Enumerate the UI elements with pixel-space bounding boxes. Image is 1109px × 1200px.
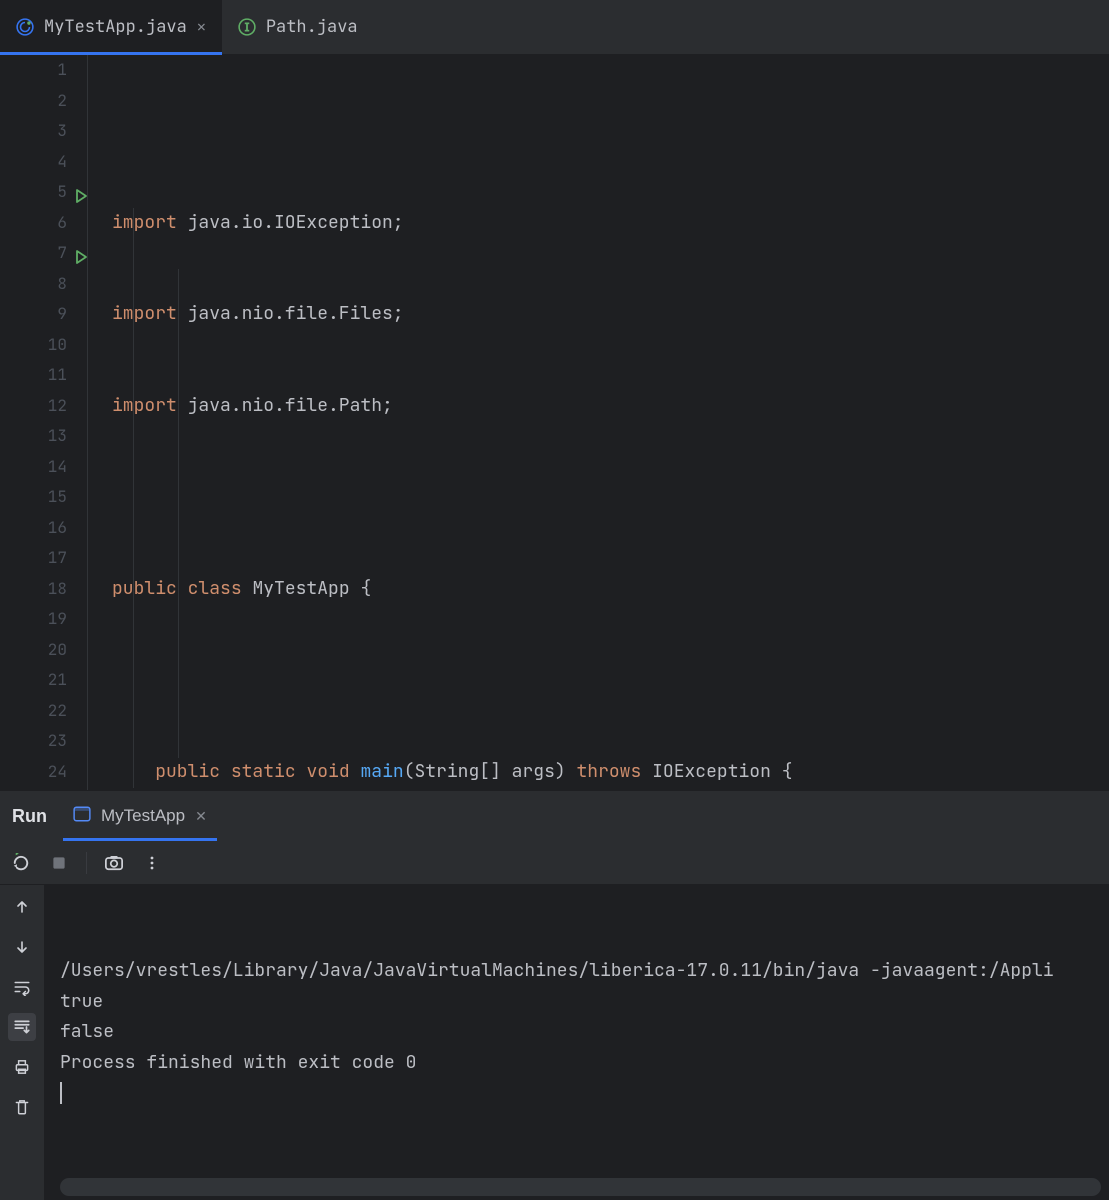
line-number[interactable]: 2 — [0, 86, 67, 117]
divider — [86, 852, 87, 874]
java-class-icon — [16, 18, 34, 36]
line-number[interactable]: 16 — [0, 513, 67, 544]
tab-path[interactable]: Path.java — [222, 0, 374, 54]
console-line: false — [60, 1017, 1093, 1048]
line-number[interactable]: 24 — [0, 757, 67, 788]
line-number[interactable]: 10 — [0, 330, 67, 361]
code-area[interactable]: import java.io.IOException; import java.… — [88, 55, 945, 790]
line-number[interactable]: 19 — [0, 604, 67, 635]
editor-tabs: MyTestApp.java ✕ Path.java — [0, 0, 1109, 55]
line-number[interactable]: 8 — [0, 269, 67, 300]
line-number[interactable]: 21 — [0, 665, 67, 696]
tab-mytestapp[interactable]: MyTestApp.java ✕ — [0, 0, 222, 54]
console-output[interactable]: /Users/vrestles/Library/Java/JavaVirtual… — [44, 885, 1109, 1200]
caret — [60, 1082, 62, 1104]
gutter: 123456789101112131415161718192021222324 — [0, 55, 88, 790]
line-number[interactable]: 12 — [0, 391, 67, 422]
application-icon — [73, 805, 91, 828]
run-tool-window: Run MyTestApp ✕ — [0, 790, 1109, 1200]
line-number[interactable]: 6 — [0, 208, 67, 239]
close-icon[interactable]: ✕ — [197, 17, 206, 37]
rerun-icon[interactable] — [10, 852, 32, 874]
horizontal-scrollbar[interactable] — [60, 1178, 1101, 1196]
more-icon[interactable] — [141, 852, 163, 874]
tab-label: Path.java — [266, 16, 358, 38]
line-number[interactable]: 5 — [0, 177, 67, 208]
line-number[interactable]: 1 — [0, 55, 67, 86]
line-number[interactable]: 4 — [0, 147, 67, 178]
line-number[interactable]: 14 — [0, 452, 67, 483]
console-line: /Users/vrestles/Library/Java/JavaVirtual… — [60, 956, 1093, 987]
console-line: true — [60, 987, 1093, 1018]
tool-toolbar — [0, 841, 1109, 885]
run-config-tab[interactable]: MyTestApp ✕ — [69, 791, 211, 841]
line-number[interactable]: 7 — [0, 238, 67, 269]
soft-wrap-icon[interactable] — [8, 973, 36, 1001]
line-number[interactable]: 18 — [0, 574, 67, 605]
trash-icon[interactable] — [8, 1093, 36, 1121]
line-number[interactable]: 9 — [0, 299, 67, 330]
print-icon[interactable] — [8, 1053, 36, 1081]
tool-header: Run MyTestApp ✕ — [0, 791, 1109, 841]
scroll-to-end-icon[interactable] — [8, 1013, 36, 1041]
code-editor[interactable]: 123456789101112131415161718192021222324 … — [0, 55, 1109, 790]
line-number[interactable]: 23 — [0, 726, 67, 757]
tool-title: Run — [12, 806, 47, 827]
close-icon[interactable]: ✕ — [195, 808, 207, 825]
line-number[interactable]: 22 — [0, 696, 67, 727]
camera-icon[interactable] — [103, 852, 125, 874]
run-gutter-icon[interactable] — [73, 245, 89, 261]
line-number[interactable]: 15 — [0, 482, 67, 513]
run-gutter-icon[interactable] — [73, 184, 89, 200]
console-side-actions — [0, 885, 44, 1200]
stop-icon[interactable] — [48, 852, 70, 874]
console-line: Process finished with exit code 0 — [60, 1048, 1093, 1079]
line-number[interactable]: 17 — [0, 543, 67, 574]
up-arrow-icon[interactable] — [8, 893, 36, 921]
line-number[interactable]: 3 — [0, 116, 67, 147]
run-config-label: MyTestApp — [101, 806, 185, 826]
java-interface-icon — [238, 18, 256, 36]
down-arrow-icon[interactable] — [8, 933, 36, 961]
line-number[interactable]: 13 — [0, 421, 67, 452]
tab-label: MyTestApp.java — [44, 16, 187, 38]
line-number[interactable]: 11 — [0, 360, 67, 391]
line-number[interactable]: 20 — [0, 635, 67, 666]
